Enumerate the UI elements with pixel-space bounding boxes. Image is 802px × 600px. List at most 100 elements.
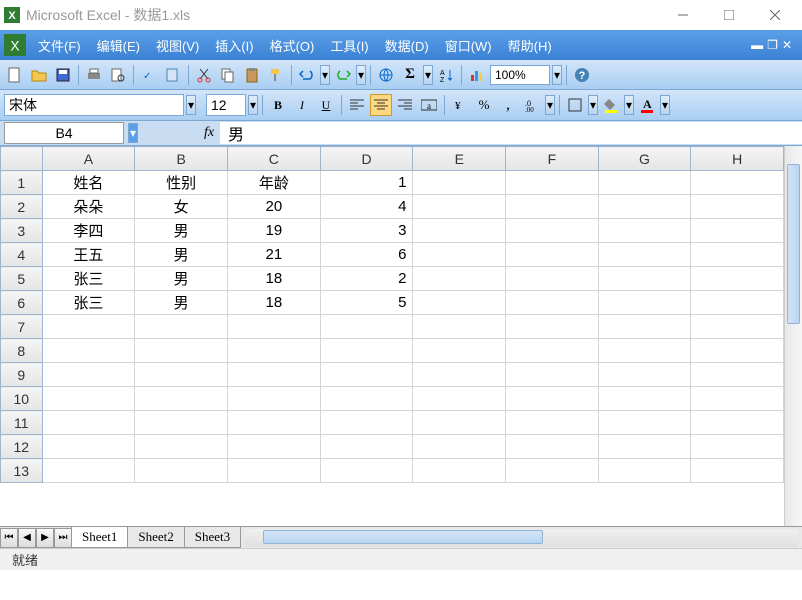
cell[interactable] [598,363,691,387]
cell[interactable] [135,411,228,435]
cell[interactable]: 18 [227,291,320,315]
cell[interactable] [691,459,784,483]
cell[interactable] [598,315,691,339]
menu-edit[interactable]: 编辑(E) [89,32,148,59]
percent-button[interactable]: % [473,94,495,116]
cell[interactable] [691,243,784,267]
fx-button[interactable]: fx [198,122,220,144]
col-header[interactable]: D [320,147,413,171]
cell[interactable] [320,363,413,387]
cell[interactable] [135,435,228,459]
cell[interactable] [691,411,784,435]
menu-tools[interactable]: 工具(I) [322,32,376,59]
cell[interactable] [691,339,784,363]
font-size-dropdown[interactable]: ▾ [248,95,258,115]
cell[interactable] [42,459,135,483]
cell[interactable] [413,411,506,435]
align-center-button[interactable] [370,94,392,116]
cell[interactable]: 3 [320,219,413,243]
cell[interactable] [42,411,135,435]
col-header[interactable]: E [413,147,506,171]
cell[interactable] [42,315,135,339]
cell[interactable] [42,363,135,387]
cell[interactable] [227,315,320,339]
cell[interactable] [598,459,691,483]
cell[interactable] [42,435,135,459]
minimize-button[interactable] [660,0,706,30]
menu-file[interactable]: 文件(F) [30,32,89,59]
align-left-button[interactable] [346,94,368,116]
cell[interactable] [598,435,691,459]
row-header[interactable]: 10 [1,387,43,411]
cell[interactable] [413,387,506,411]
name-box-dropdown[interactable]: ▾ [128,123,138,143]
col-header[interactable]: B [135,147,228,171]
cell[interactable]: 男 [135,267,228,291]
cell[interactable] [506,363,599,387]
cell[interactable] [413,195,506,219]
cell[interactable]: 5 [320,291,413,315]
cell[interactable] [598,219,691,243]
cell[interactable] [506,387,599,411]
hyperlink-button[interactable] [375,64,397,86]
cell[interactable] [320,459,413,483]
bold-button[interactable]: B [267,94,289,116]
cell[interactable] [42,387,135,411]
redo-button[interactable] [332,64,354,86]
cell[interactable] [598,411,691,435]
cell[interactable]: 王五 [42,243,135,267]
cell[interactable]: 男 [135,291,228,315]
cell[interactable]: 张三 [42,291,135,315]
row-header[interactable]: 1 [1,171,43,195]
row-header[interactable]: 2 [1,195,43,219]
print-button[interactable] [83,64,105,86]
menu-help[interactable]: 帮助(H) [500,32,560,59]
cell[interactable] [598,291,691,315]
sort-asc-button[interactable]: AZ [435,64,457,86]
cell[interactable]: 朵朵 [42,195,135,219]
cell[interactable] [691,219,784,243]
cell[interactable] [320,339,413,363]
merge-center-button[interactable]: a [418,94,440,116]
maximize-button[interactable] [706,0,752,30]
font-name-box[interactable]: 宋体 [4,94,184,116]
cell[interactable]: 2 [320,267,413,291]
cell[interactable] [413,315,506,339]
cell[interactable] [506,459,599,483]
cell[interactable] [413,243,506,267]
vertical-scrollbar[interactable] [784,146,802,526]
cell[interactable]: 李四 [42,219,135,243]
tab-nav-last[interactable]: ⏭ [54,528,72,548]
cell[interactable]: 20 [227,195,320,219]
cell[interactable] [691,171,784,195]
decrease-decimal-dropdown[interactable]: ▾ [545,95,555,115]
cell[interactable] [42,339,135,363]
row-header[interactable]: 9 [1,363,43,387]
research-button[interactable] [162,64,184,86]
cell[interactable]: 张三 [42,267,135,291]
cell[interactable]: 年龄 [227,171,320,195]
cell[interactable] [506,411,599,435]
redo-dropdown[interactable]: ▾ [356,65,366,85]
cell[interactable] [506,291,599,315]
cell[interactable] [691,315,784,339]
doc-close-button[interactable]: ✕ [782,38,792,52]
cell[interactable] [227,363,320,387]
menu-insert[interactable]: 插入(I) [207,32,261,59]
borders-dropdown[interactable]: ▾ [588,95,598,115]
paste-button[interactable] [241,64,263,86]
cell[interactable]: 男 [135,243,228,267]
row-header[interactable]: 7 [1,315,43,339]
cell[interactable] [227,387,320,411]
cell[interactable] [413,267,506,291]
cell[interactable] [135,363,228,387]
increase-decimal-button[interactable]: .0.00 [521,94,543,116]
excel-icon[interactable]: X [4,34,26,56]
currency-button[interactable]: ¥ [449,94,471,116]
cell[interactable]: 女 [135,195,228,219]
col-header[interactable]: A [42,147,135,171]
row-header[interactable]: 13 [1,459,43,483]
horizontal-scrollbar[interactable] [245,529,798,547]
tab-nav-next[interactable]: ▶ [36,528,54,548]
font-color-button[interactable]: A [636,94,658,116]
